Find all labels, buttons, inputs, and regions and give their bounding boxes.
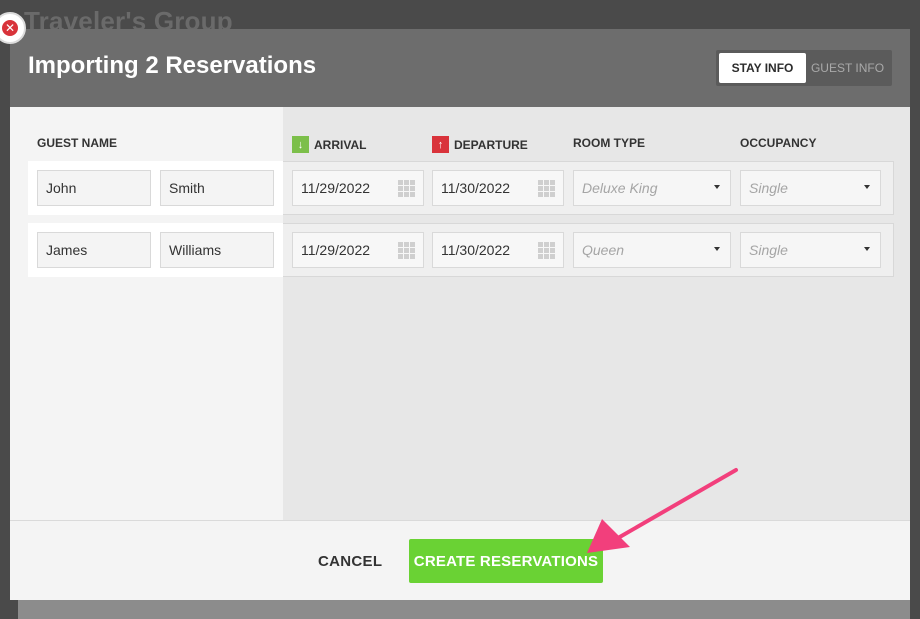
reservation-row: John Smith 11/29/2022 11/30/2022 Deluxe …	[28, 161, 894, 215]
room-type-select[interactable]: Deluxe King	[573, 170, 731, 206]
tab-guest-info[interactable]: GUEST INFO	[806, 53, 889, 83]
calendar-icon[interactable]	[538, 180, 555, 197]
calendar-icon[interactable]	[398, 180, 415, 197]
background-panel	[18, 600, 910, 619]
departure-date-input[interactable]: 11/30/2022	[432, 232, 564, 268]
room-type-value: Deluxe King	[582, 180, 658, 196]
create-reservations-button[interactable]: CREATE RESERVATIONS	[409, 539, 603, 583]
arrival-date-value: 11/29/2022	[301, 242, 371, 258]
room-type-value: Queen	[582, 242, 625, 258]
chevron-down-icon	[864, 247, 870, 251]
column-header-departure: ↑ DEPARTURE	[432, 136, 528, 153]
modal-footer: CANCEL CREATE RESERVATIONS	[10, 520, 910, 600]
arrival-date-value: 11/29/2022	[301, 180, 371, 196]
chevron-down-icon	[714, 185, 720, 189]
last-name-input[interactable]: Williams	[160, 232, 274, 268]
arrow-up-icon: ↑	[432, 136, 449, 153]
occupancy-value: Single	[749, 242, 788, 258]
cancel-button[interactable]: CANCEL	[318, 553, 382, 570]
departure-date-value: 11/30/2022	[441, 242, 511, 258]
close-icon: ✕	[2, 20, 18, 36]
column-header-arrival: ↓ ARRIVAL	[292, 136, 366, 153]
arrow-down-icon: ↓	[292, 136, 309, 153]
departure-date-input[interactable]: 11/30/2022	[432, 170, 564, 206]
arrival-date-input[interactable]: 11/29/2022	[292, 170, 424, 206]
import-modal: Importing 2 Reservations STAY INFO GUEST…	[10, 29, 910, 600]
occupancy-select[interactable]: Single	[740, 170, 881, 206]
arrival-date-input[interactable]: 11/29/2022	[292, 232, 424, 268]
chevron-down-icon	[714, 247, 720, 251]
occupancy-select[interactable]: Single	[740, 232, 881, 268]
modal-header: Importing 2 Reservations STAY INFO GUEST…	[10, 29, 910, 107]
departure-date-value: 11/30/2022	[441, 180, 511, 196]
departure-label: DEPARTURE	[454, 137, 528, 152]
column-header-guest-name: GUEST NAME	[37, 136, 118, 150]
column-header-occupancy: OCCUPANCY	[740, 136, 817, 150]
first-name-input[interactable]: James	[37, 232, 151, 268]
room-type-select[interactable]: Queen	[573, 232, 731, 268]
last-name-input[interactable]: Smith	[160, 170, 274, 206]
tab-stay-info[interactable]: STAY INFO	[719, 53, 806, 83]
arrival-label: ARRIVAL	[314, 137, 367, 152]
calendar-icon[interactable]	[538, 242, 555, 259]
chevron-down-icon	[864, 185, 870, 189]
reservation-row: James Williams 11/29/2022 11/30/2022 Que…	[28, 223, 894, 277]
column-header-room-type: ROOM TYPE	[573, 136, 646, 150]
info-toggle: STAY INFO GUEST INFO	[716, 50, 892, 86]
modal-title: Importing 2 Reservations	[28, 52, 317, 79]
calendar-icon[interactable]	[398, 242, 415, 259]
first-name-input[interactable]: John	[37, 170, 151, 206]
occupancy-value: Single	[749, 180, 788, 196]
